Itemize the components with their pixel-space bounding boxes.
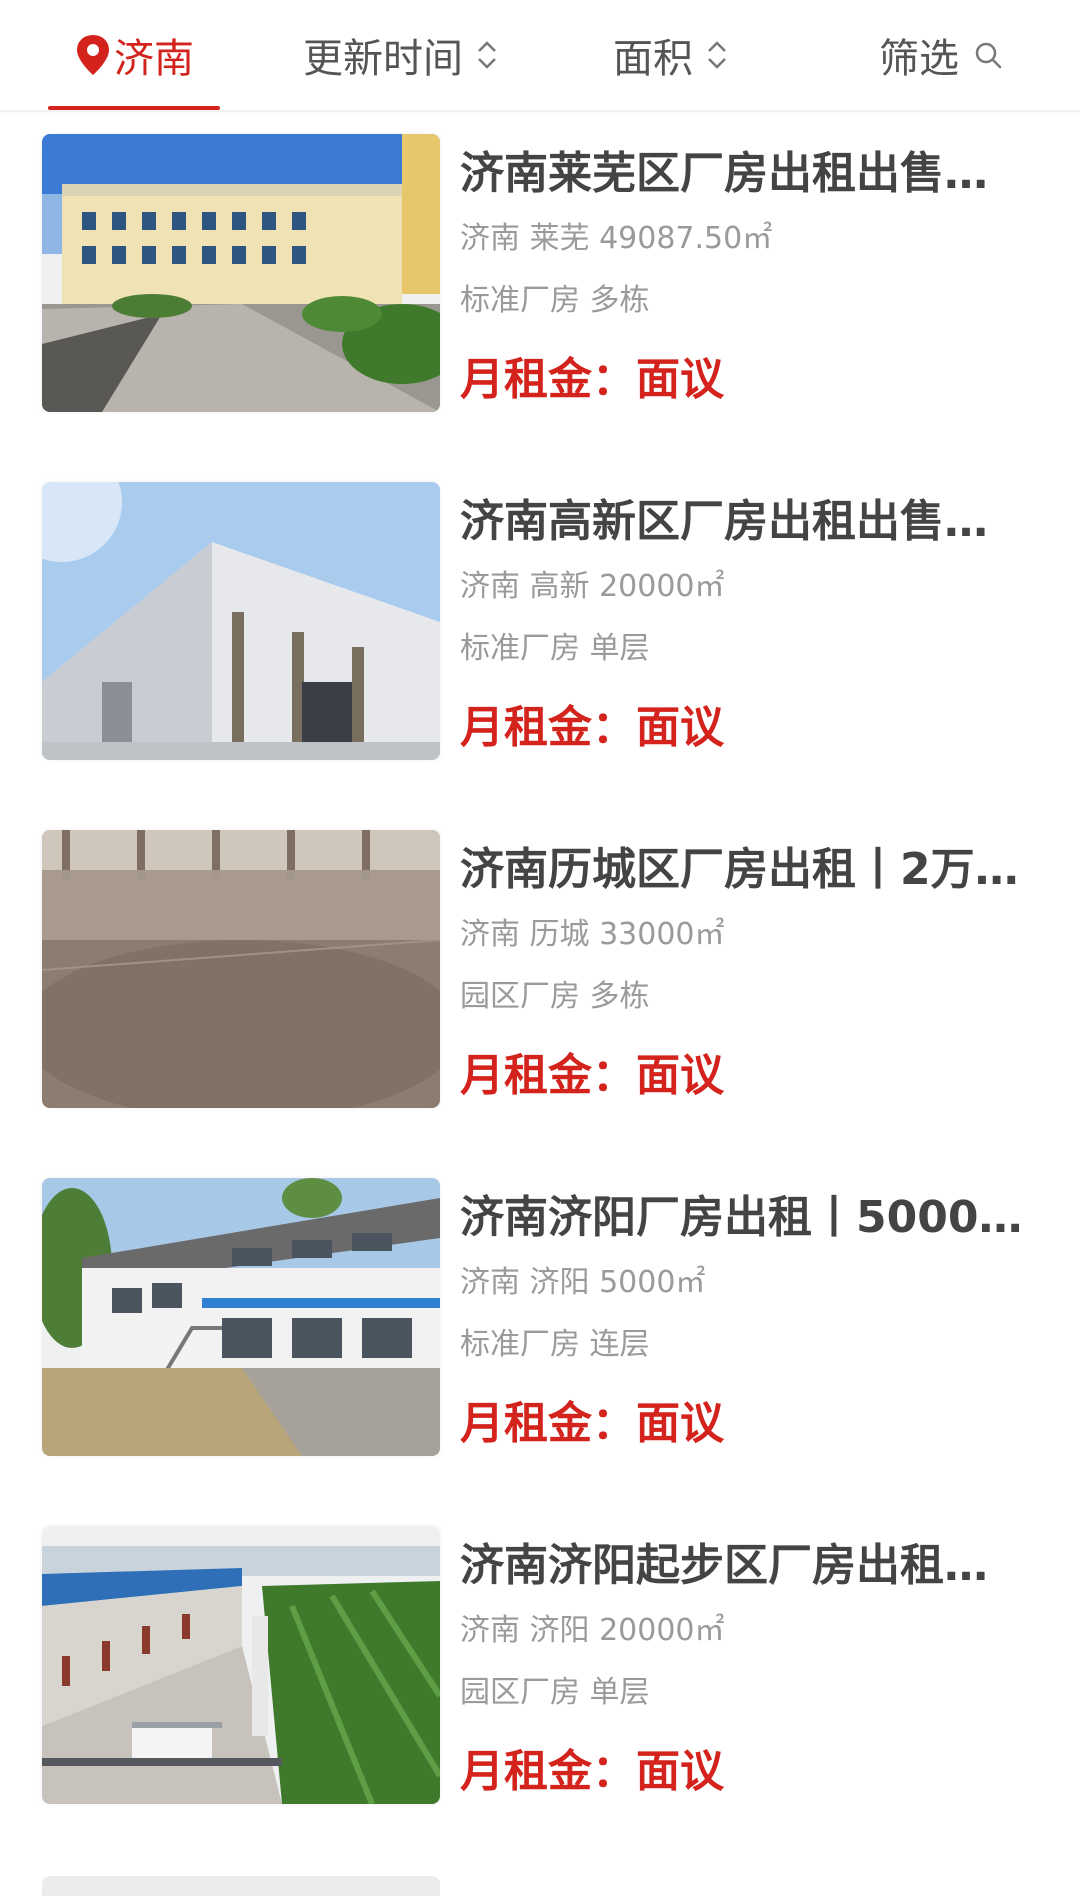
- listing-tags: 园区厂房 多栋: [460, 979, 650, 1014]
- filter-label: 筛选: [879, 36, 959, 82]
- listing-location-area: 济南 历城 33000㎡: [460, 917, 725, 952]
- sort-area-tab[interactable]: 面积: [606, 0, 736, 110]
- listing-card[interactable]: 济南济阳厂房出租丨5000… 济南 济阳 5000㎡ 标准厂房 连层 月租金：面…: [0, 1156, 1080, 1456]
- filter-bar: 济南 更新时间 面积 筛选: [0, 0, 1080, 112]
- listing-info: 济南济阳厂房出租丨5000… 济南 济阳 5000㎡ 标准厂房 连层 月租金：面…: [460, 1186, 1040, 1456]
- next-listing-photo-edge: [42, 1876, 440, 1896]
- listing-title: 济南济阳厂房出租丨5000…: [460, 1192, 1023, 1243]
- listing-location-area: 济南 高新 20000㎡: [460, 569, 725, 604]
- sort-arrows-icon: [705, 35, 729, 75]
- sort-update-time-tab[interactable]: 更新时间: [296, 0, 506, 110]
- listing-photo: [42, 1178, 440, 1456]
- listing-location-area: 济南 济阳 5000㎡: [460, 1265, 706, 1300]
- listing-title: 济南高新区厂房出租出售…: [460, 496, 988, 547]
- listing-info: 济南莱芜区厂房出租出售… 济南 莱芜 49087.50㎡ 标准厂房 多栋 月租金…: [460, 142, 1040, 412]
- listing-tags: 标准厂房 单层: [460, 631, 650, 666]
- listing-photo: [42, 134, 440, 412]
- listing-card[interactable]: 济南高新区厂房出租出售… 济南 高新 20000㎡ 标准厂房 单层 月租金：面议: [0, 460, 1080, 760]
- listing-tags: 园区厂房 单层: [460, 1675, 650, 1710]
- listing-card[interactable]: 济南历城区厂房出租丨2万… 济南 历城 33000㎡ 园区厂房 多栋 月租金：面…: [0, 808, 1080, 1108]
- listing-title: 济南济阳起步区厂房出租…: [460, 1540, 988, 1591]
- listing-price: 月租金：面议: [460, 702, 724, 753]
- listing-title: 济南历城区厂房出租丨2万…: [460, 844, 1019, 895]
- listing-card[interactable]: 济南济阳起步区厂房出租… 济南 济阳 20000㎡ 园区厂房 单层 月租金：面议: [0, 1504, 1080, 1804]
- listing-tags: 标准厂房 连层: [460, 1327, 650, 1362]
- update-time-label: 更新时间: [303, 36, 463, 82]
- listing-title: 济南莱芜区厂房出租出售…: [460, 148, 988, 199]
- listing-location-area: 济南 济阳 20000㎡: [460, 1613, 725, 1648]
- listing-location-area: 济南 莱芜 49087.50㎡: [460, 221, 773, 256]
- listing-price: 月租金：面议: [460, 1746, 724, 1797]
- listing-price: 月租金：面议: [460, 1398, 724, 1449]
- listing-info: 济南历城区厂房出租丨2万… 济南 历城 33000㎡ 园区厂房 多栋 月租金：面…: [460, 838, 1040, 1108]
- city-label: 济南: [114, 36, 194, 82]
- listing-photo: [42, 482, 440, 760]
- location-pin-icon: [74, 33, 112, 77]
- city-selector[interactable]: 济南: [48, 0, 220, 110]
- area-label: 面积: [613, 36, 693, 82]
- filter-tab[interactable]: 筛选: [876, 0, 1006, 110]
- listing-price: 月租金：面议: [460, 354, 724, 405]
- listing-info: 济南高新区厂房出租出售… 济南 高新 20000㎡ 标准厂房 单层 月租金：面议: [460, 490, 1040, 760]
- listing-photo: [42, 830, 440, 1108]
- listing-info: 济南济阳起步区厂房出租… 济南 济阳 20000㎡ 园区厂房 单层 月租金：面议: [460, 1534, 1040, 1804]
- listing-price: 月租金：面议: [460, 1050, 724, 1101]
- active-tab-underline: [48, 106, 220, 110]
- listing-photo: [42, 1526, 440, 1804]
- listing-tags: 标准厂房 多栋: [460, 283, 650, 318]
- sort-arrows-icon: [475, 35, 499, 75]
- search-icon: [973, 40, 1003, 70]
- listing-card[interactable]: 济南莱芜区厂房出租出售… 济南 莱芜 49087.50㎡ 标准厂房 多栋 月租金…: [0, 112, 1080, 412]
